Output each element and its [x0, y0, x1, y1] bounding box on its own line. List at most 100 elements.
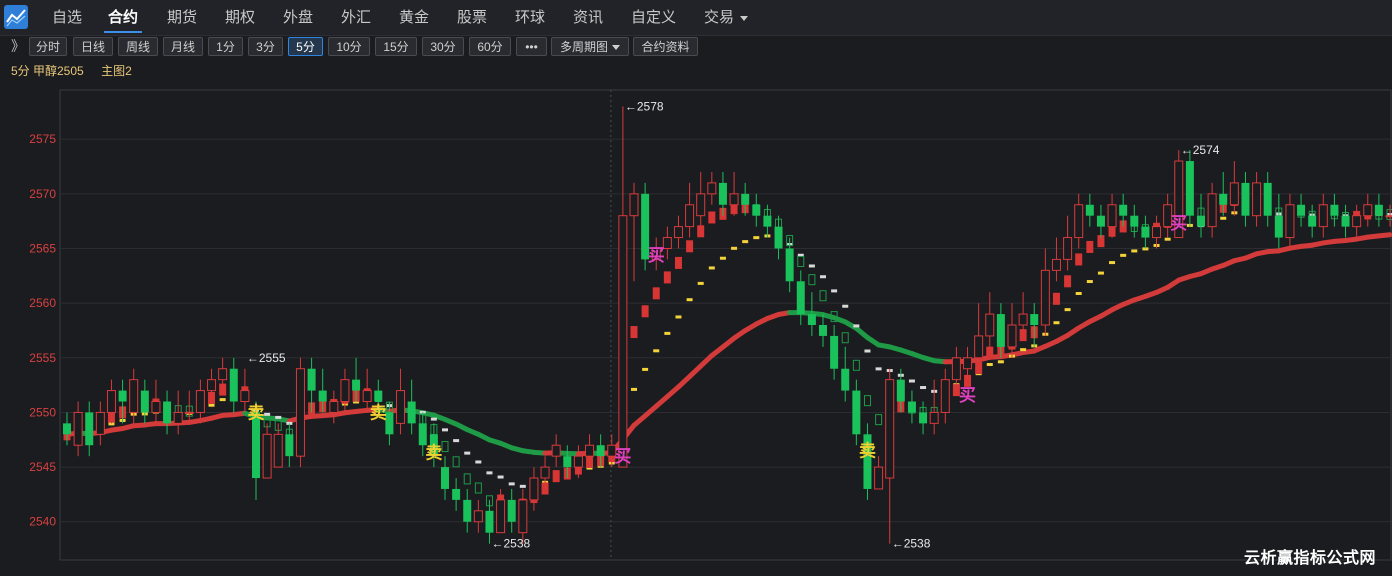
candle-body: [919, 412, 927, 423]
candle-body: [497, 500, 505, 533]
multi-period-chart-button[interactable]: 多周期图: [551, 37, 629, 56]
candle-body: [964, 358, 972, 369]
nav-item-options[interactable]: 期权: [225, 0, 255, 35]
candle-body: [463, 500, 471, 522]
period-button-1min[interactable]: 1分: [208, 37, 243, 56]
signal-dash: [464, 452, 470, 455]
candle-body: [730, 194, 738, 205]
signal-dash: [998, 360, 1004, 363]
candle-body: [908, 402, 916, 413]
candle-body: [952, 358, 960, 380]
candle-body: [119, 391, 127, 402]
period-toolbar: 》 分时 日线 周线 月线 1分 3分 5分 10分 15分 30分 60分 •…: [0, 36, 1392, 58]
candle-body: [96, 412, 104, 434]
contract-info-button[interactable]: 合约资料: [633, 37, 698, 56]
more-periods-button[interactable]: •••: [516, 37, 547, 56]
period-button-daily[interactable]: 日线: [73, 37, 113, 56]
nav-item-stocks[interactable]: 股票: [457, 0, 487, 35]
candle-body: [152, 402, 160, 413]
ladder-box: [642, 305, 649, 317]
ladder-box: [1053, 293, 1060, 305]
signal-dash: [431, 418, 437, 421]
candle-body: [174, 412, 182, 423]
ladder-box: [553, 470, 560, 482]
sell-signal: 卖: [248, 402, 265, 423]
buy-signal: 买: [614, 447, 631, 467]
nav-item-news[interactable]: 资讯: [573, 0, 603, 35]
main-chart-label[interactable]: 主图2: [101, 64, 132, 78]
period-button-10min[interactable]: 10分: [328, 37, 370, 56]
nav-item-futures[interactable]: 期货: [167, 0, 197, 35]
candle-body: [1019, 314, 1027, 325]
nav-item-trade-label: 交易: [704, 9, 734, 26]
period-button-monthly[interactable]: 月线: [163, 37, 203, 56]
signal-dash: [653, 349, 659, 352]
signal-dash: [687, 298, 693, 301]
candle-body: [1297, 205, 1305, 216]
kline-chart[interactable]: 25402545255025552560256525702575←2555←25…: [0, 88, 1392, 571]
nav-item-global[interactable]: 环球: [515, 0, 545, 35]
candle-body: [830, 336, 838, 369]
signal-dash: [876, 367, 882, 370]
candle-body: [752, 205, 760, 216]
period-button-15min[interactable]: 15分: [375, 37, 417, 56]
ladder-box: [653, 287, 660, 299]
nav-item-forex[interactable]: 外汇: [341, 0, 371, 35]
period-button-weekly[interactable]: 周线: [118, 37, 158, 56]
y-tick-label: 2570: [29, 187, 56, 201]
candle-body: [130, 380, 138, 413]
app-logo-icon[interactable]: [4, 5, 28, 29]
candle-body: [1253, 183, 1261, 216]
ladder-box: [1075, 253, 1082, 265]
period-button-timeshare[interactable]: 分时: [29, 37, 67, 56]
candle-body: [241, 391, 249, 402]
candle-body: [797, 281, 805, 314]
nav-item-foreign-markets[interactable]: 外盘: [283, 0, 313, 35]
period-button-60min[interactable]: 60分: [469, 37, 511, 56]
price-annotation: ←2555: [247, 351, 286, 365]
expand-icon[interactable]: 》: [11, 37, 25, 55]
nav-item-contracts[interactable]: 合约: [108, 0, 138, 35]
candle-body: [1130, 216, 1138, 227]
candle-body: [185, 412, 193, 413]
ladder-box: [664, 271, 671, 283]
signal-dash: [809, 264, 815, 267]
signal-dash: [720, 257, 726, 260]
candle-body: [619, 216, 627, 467]
candle-body: [1208, 194, 1216, 227]
signal-dash: [498, 476, 504, 479]
sell-signal: 卖: [425, 443, 442, 464]
period-button-3min[interactable]: 3分: [248, 37, 283, 56]
y-tick-label: 2540: [29, 515, 56, 529]
candle-body: [308, 369, 316, 391]
signal-dash: [698, 282, 704, 285]
signal-dash: [275, 416, 281, 419]
candle-body: [519, 500, 527, 533]
period-button-30min[interactable]: 30分: [422, 37, 464, 56]
candle-body: [219, 369, 227, 380]
trend-line-segment: [1379, 235, 1390, 236]
nav-item-trade[interactable]: 交易: [704, 0, 748, 35]
candle-body: [630, 194, 638, 216]
candle-body: [708, 183, 716, 194]
candle-body: [1153, 227, 1161, 238]
candle-body: [1008, 325, 1016, 347]
ladder-box: [986, 347, 993, 359]
nav-item-gold[interactable]: 黄金: [399, 0, 429, 35]
candle-body: [941, 380, 949, 413]
signal-dash: [520, 485, 526, 488]
candle-body: [1075, 205, 1083, 238]
candle-body: [374, 391, 382, 402]
period-button-5min[interactable]: 5分: [288, 37, 323, 56]
candle-body: [1275, 216, 1283, 238]
candle-body: [719, 183, 727, 205]
chevron-down-icon: [740, 16, 748, 21]
nav-item-custom[interactable]: 自定义: [631, 0, 676, 35]
candle-body: [1353, 216, 1361, 227]
signal-dash: [642, 368, 648, 371]
candle-body: [330, 402, 338, 413]
price-annotation: ←2578: [625, 99, 664, 113]
nav-item-favorites[interactable]: 自选: [52, 0, 82, 35]
candle-body: [485, 511, 493, 533]
kline-chart-svg[interactable]: 25402545255025552560256525702575←2555←25…: [0, 88, 1392, 571]
